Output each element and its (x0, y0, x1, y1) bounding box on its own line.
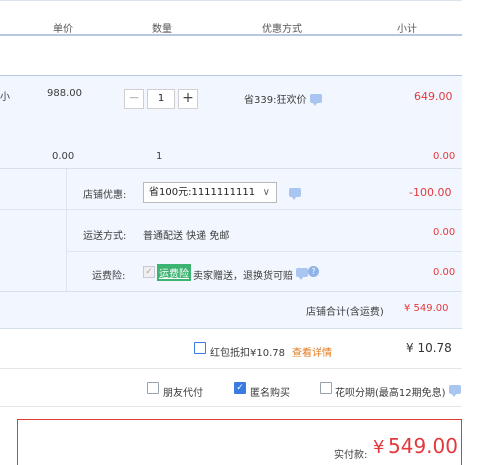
insurance-chat-icon[interactable] (296, 268, 308, 280)
header-discount-method: 优惠方式 (262, 24, 302, 35)
store-total-label: 店铺合计(含运费) (306, 307, 384, 318)
redpacket-amount: ¥ 10.78 (406, 341, 452, 355)
redpacket-row: 红包抵扣¥10.78 查看详情 ¥ 10.78 (0, 329, 462, 369)
item-name-fragment: 小 (0, 92, 10, 103)
insurance-checkbox[interactable]: ✓ (143, 266, 155, 278)
item-block: 小 988.00 − 1 + 省339:狂欢价 649.00 0.00 1 0.… (0, 75, 462, 168)
insurance-amount: 0.00 (433, 267, 456, 278)
shipping-value: 普通配送 快递 免邮 (143, 231, 230, 242)
redpacket-label: 红包抵扣¥10.78 (210, 348, 285, 359)
item-promo-text: 省339:狂欢价 (244, 95, 307, 106)
redpacket-checkbox[interactable] (194, 342, 206, 354)
insurance-label: 运费险: (92, 271, 126, 282)
coupon-info-icon[interactable] (289, 188, 301, 200)
installment-label: 花呗分期(最高12期免息) (335, 388, 446, 399)
friend-pay-label: 朋友代付 (163, 388, 203, 399)
quantity-plus-button[interactable]: + (178, 89, 198, 109)
table-header: 单价 数量 优惠方式 小计 (0, 0, 462, 36)
header-subtotal: 小计 (397, 24, 417, 35)
chevron-down-icon: ∨ (262, 187, 270, 198)
quantity-minus-button[interactable]: − (124, 89, 144, 109)
coupon-value: -100.00 (409, 186, 452, 199)
insurance-badge: 运费险 (157, 264, 191, 281)
payment-currency: ¥ (373, 437, 385, 458)
help-icon[interactable]: ? (308, 266, 319, 277)
extra-row-subtotal: 0.00 (433, 151, 456, 162)
extra-row-qty: 1 (156, 151, 163, 162)
options-row: 朋友代付 ✓ 匿名购买 花呗分期(最高12期免息) (0, 369, 462, 407)
row-divider-3 (0, 291, 462, 292)
store-options-block: 店铺优惠: 省100元:1111111111 ∨ -100.00 运送方式: 普… (0, 168, 462, 329)
anonymous-checkbox[interactable]: ✓ (234, 382, 246, 394)
scrollbar-gutter (462, 0, 479, 465)
row-divider-2 (66, 251, 462, 252)
friend-pay-checkbox[interactable] (147, 382, 159, 394)
promo-info-icon[interactable] (310, 94, 322, 106)
header-quantity: 数量 (152, 24, 172, 35)
header-unit-price: 单价 (53, 24, 73, 35)
left-divider (66, 169, 67, 292)
redpacket-details-link[interactable]: 查看详情 (292, 344, 332, 359)
installment-info-icon[interactable] (449, 385, 461, 397)
left-row-divider (0, 209, 66, 210)
coupon-select[interactable]: 省100元:1111111111 ∨ (143, 182, 277, 203)
store-total-value: ¥ 549.00 (404, 303, 449, 314)
shipping-label: 运送方式: (83, 231, 127, 242)
anonymous-label: 匿名购买 (250, 388, 290, 399)
shipping-amount: 0.00 (433, 227, 456, 238)
payment-box: 实付款: ¥ 549.00 (17, 419, 462, 465)
row-divider-1 (66, 209, 462, 210)
quantity-input[interactable]: 1 (147, 89, 175, 109)
coupon-select-value: 省100元:1111111111 (149, 187, 256, 198)
order-confirm-page: 单价 数量 优惠方式 小计 小 988.00 − 1 + 省339:狂欢价 64… (0, 0, 479, 465)
coupon-label: 店铺优惠: (83, 190, 127, 201)
item-price: 988.00 (47, 88, 82, 99)
payment-amount: 549.00 (388, 434, 458, 458)
item-subtotal: 649.00 (414, 90, 453, 103)
payment-label: 实付款: (334, 450, 368, 461)
extra-row-price: 0.00 (52, 151, 75, 162)
insurance-text: 卖家赠送，退换货可赔 (193, 271, 293, 282)
installment-checkbox[interactable] (320, 382, 332, 394)
